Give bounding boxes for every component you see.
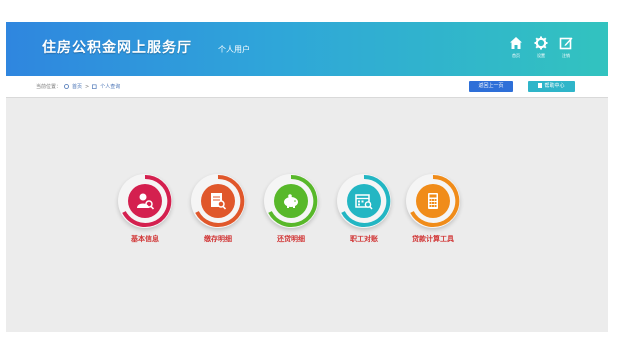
- help-center-label: 帮助中心: [544, 83, 565, 89]
- breadcrumb-bar: 当前位置： 首页 > 个人查询 返回上一页 帮助中心: [6, 76, 608, 98]
- breadcrumb: 当前位置： 首页 > 个人查询: [36, 83, 121, 91]
- logout-button[interactable]: 注销: [556, 36, 576, 59]
- tile-label: 缴存明细: [204, 235, 232, 243]
- help-center-button[interactable]: 帮助中心: [528, 81, 575, 92]
- tile-deposit-details[interactable]: 缴存明细: [187, 174, 249, 244]
- settings-button[interactable]: 设置: [531, 36, 551, 59]
- document-search-icon: [211, 193, 227, 210]
- tile-basic-info-ring: [118, 174, 172, 228]
- breadcrumb-separator: >: [85, 83, 90, 90]
- tile-repayment-details-ring: [264, 174, 318, 228]
- tile-staff-comparison-ring: [337, 174, 391, 228]
- tile-basic-info[interactable]: 基本信息: [114, 174, 176, 244]
- home-icon: [510, 37, 522, 49]
- user-search-icon: [137, 193, 155, 210]
- tile-loan-calculator[interactable]: 贷款计算工具: [402, 174, 464, 244]
- edit-small-icon: [92, 84, 97, 89]
- home-label: 首页: [512, 53, 520, 58]
- tile-label: 贷款计算工具: [412, 235, 454, 243]
- settings-icon: [534, 36, 548, 50]
- tile-label: 基本信息: [131, 235, 159, 243]
- breadcrumb-home-link[interactable]: 首页: [72, 83, 82, 90]
- piggy-bank-icon: [284, 194, 298, 208]
- home-button[interactable]: 首页: [506, 36, 526, 59]
- tile-staff-comparison[interactable]: 职工对账: [333, 174, 395, 244]
- breadcrumb-current: 个人查询: [100, 84, 121, 90]
- settings-label: 设置: [537, 53, 545, 58]
- logout-label: 注销: [562, 53, 570, 58]
- tile-repayment-details[interactable]: 还贷明细: [260, 174, 322, 244]
- tile-label: 职工对账: [350, 235, 378, 243]
- user-type-label: 个人用户: [218, 45, 250, 54]
- calculator-icon: [428, 193, 438, 209]
- tile-deposit-details-ring: [191, 174, 245, 228]
- header-bar: 住房公积金网上服务厅 个人用户 首页 设置 注销: [6, 22, 608, 76]
- tile-loan-calculator-ring: [406, 174, 460, 228]
- edit-icon: [559, 37, 573, 50]
- calendar-search-icon: [355, 194, 373, 210]
- tile-label: 还贷明细: [277, 235, 305, 243]
- help-book-icon: [538, 83, 543, 88]
- app-frame: 住房公积金网上服务厅 个人用户 首页 设置 注销 当前位置： 首页 > 个人查询…: [6, 22, 608, 332]
- home-small-icon: [64, 84, 69, 89]
- breadcrumb-prefix: 当前位置：: [36, 84, 62, 90]
- back-button[interactable]: 返回上一页: [469, 81, 513, 92]
- site-title: 住房公积金网上服务厅: [42, 40, 192, 56]
